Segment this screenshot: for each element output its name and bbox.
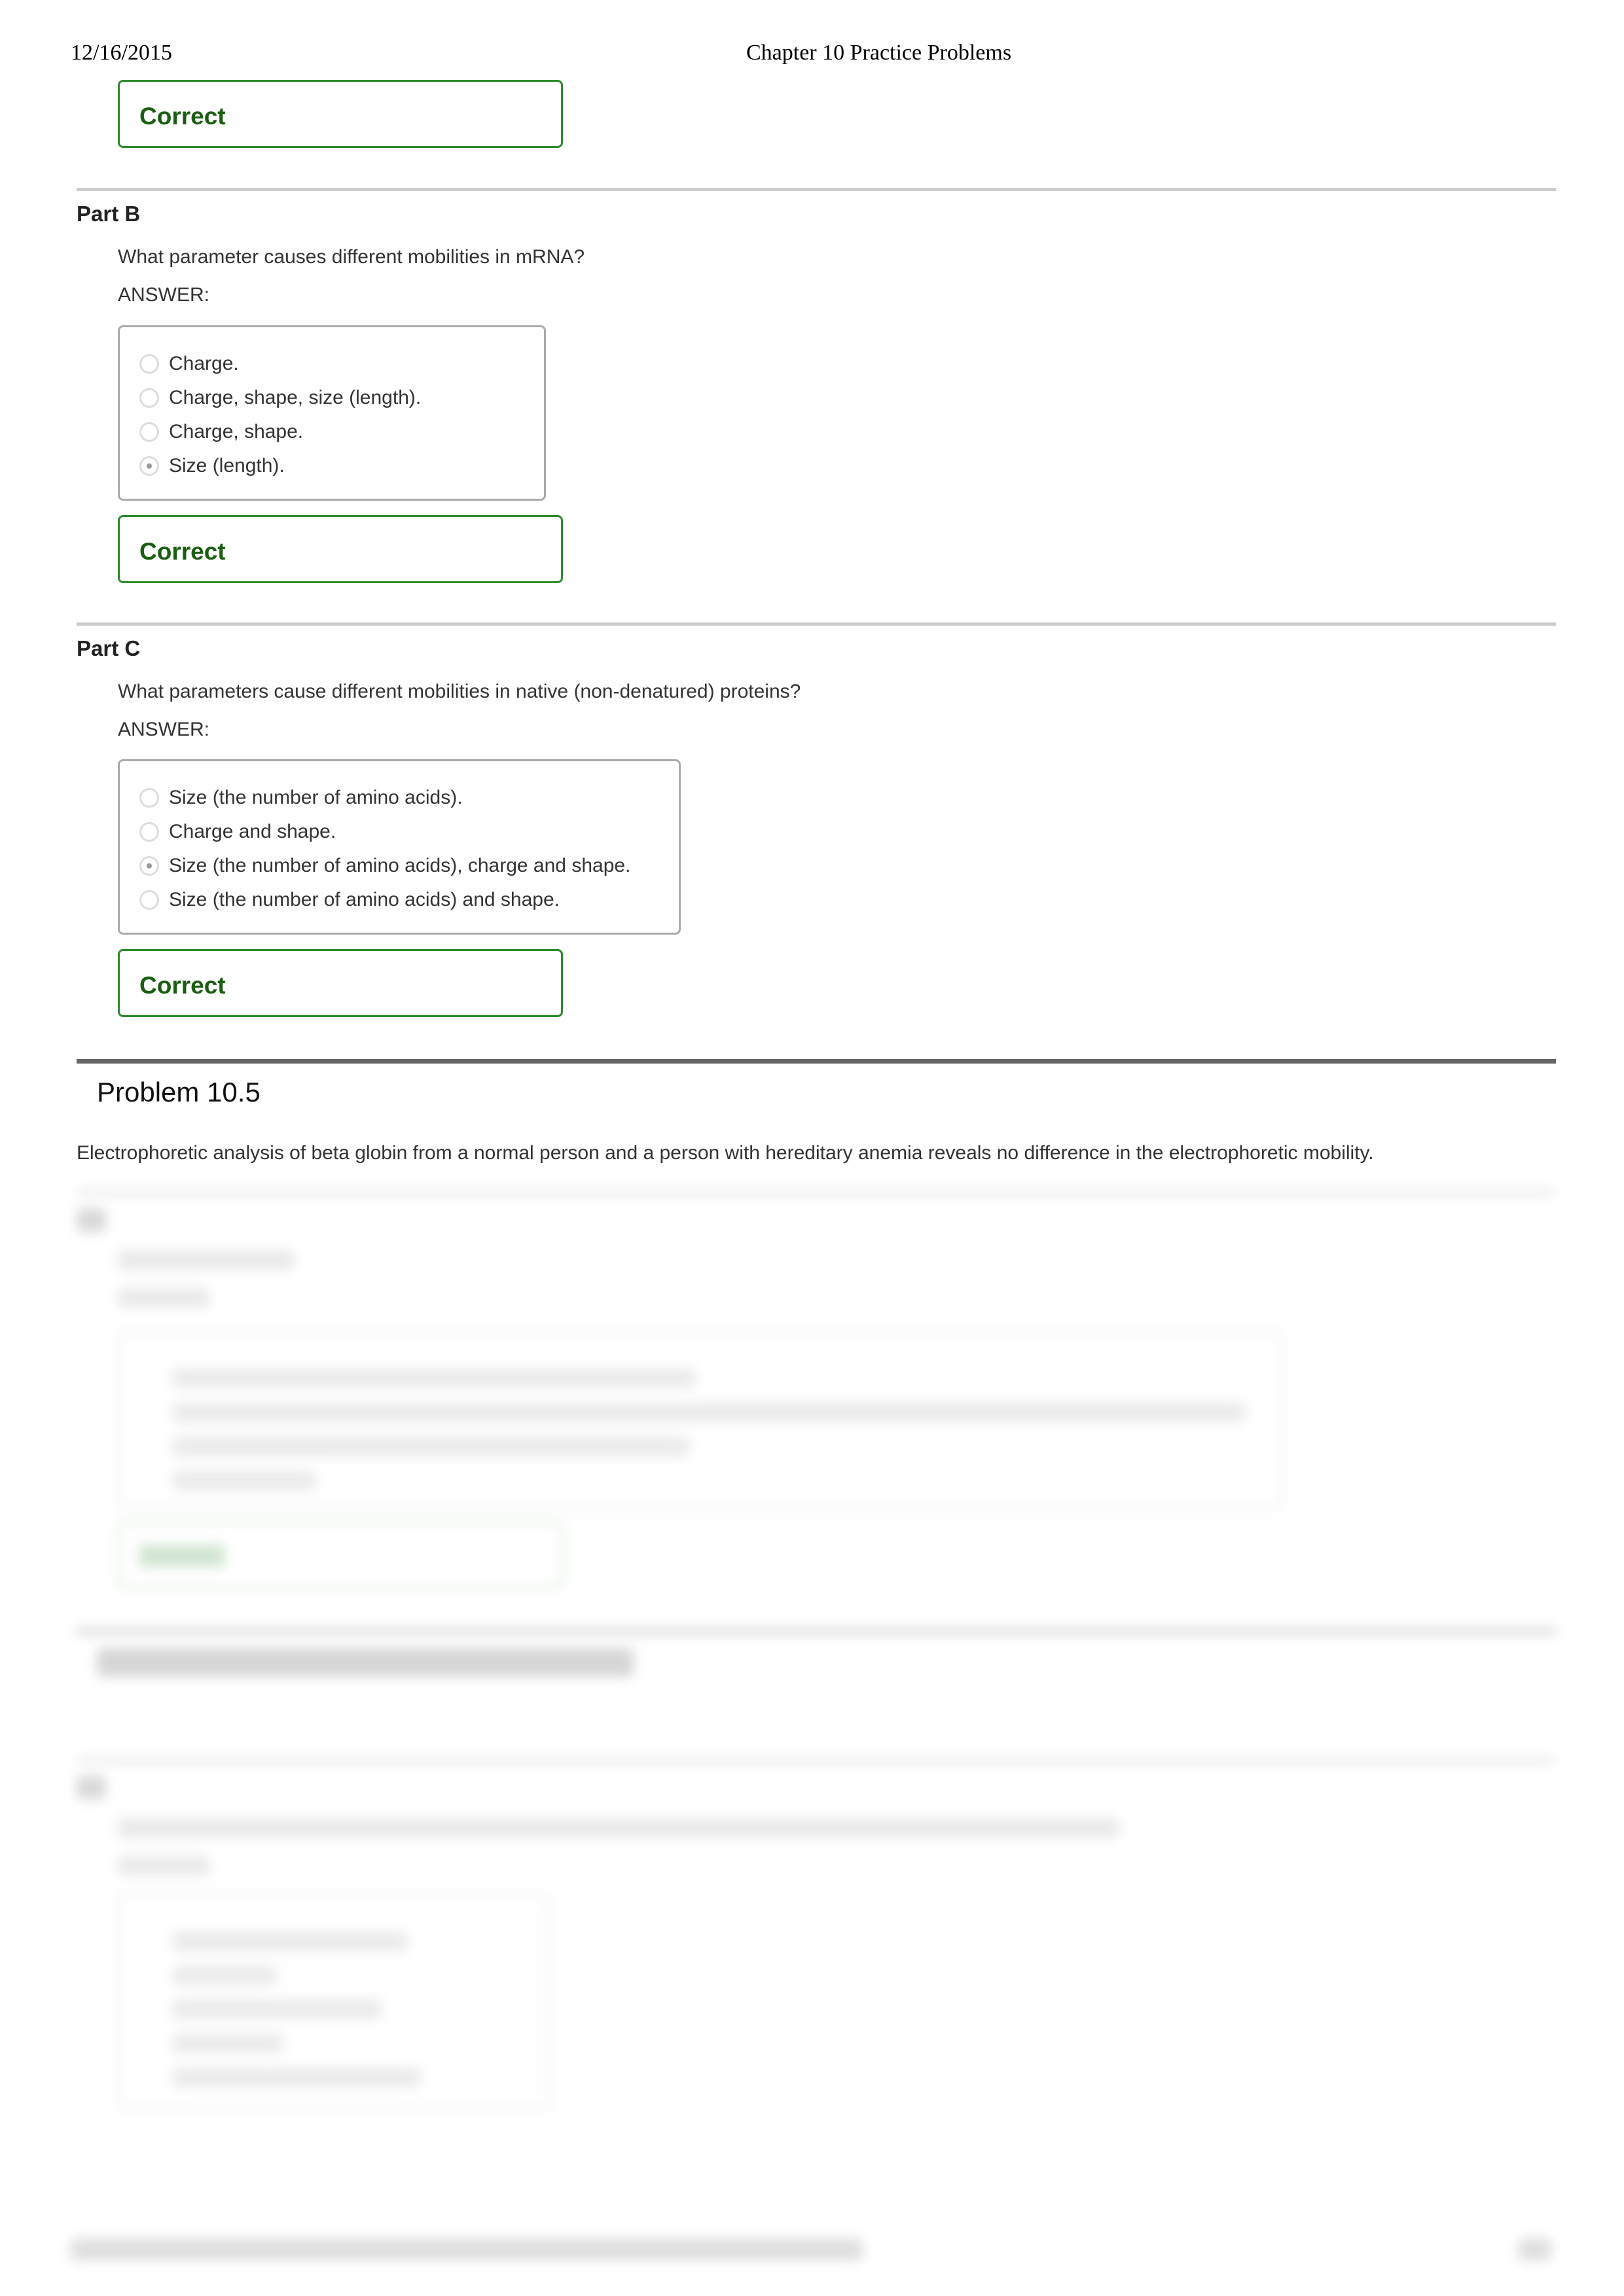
- blurred-choice: [172, 1931, 408, 1951]
- blurred-answer-label: [118, 1856, 209, 1876]
- choice-label: Charge, shape, size (length).: [169, 387, 422, 408]
- part-c-question: What parameters cause different mobiliti…: [118, 681, 801, 702]
- part-c-choices: Size (the number of amino acids). Charge…: [118, 759, 681, 935]
- blurred-choice: [172, 1471, 316, 1490]
- radio-button-selected-icon[interactable]: [139, 856, 159, 876]
- choice-option[interactable]: Charge, shape.: [139, 415, 544, 449]
- choice-label: Size (the number of amino acids) and sha…: [169, 889, 560, 910]
- problem-intro: Electrophoretic analysis of beta globin …: [77, 1142, 1374, 1164]
- part-b-feedback: Correct: [118, 515, 563, 583]
- print-date: 12/16/2015: [71, 41, 172, 65]
- choice-option-selected[interactable]: Size (length).: [139, 449, 544, 483]
- radio-button-icon[interactable]: [139, 388, 159, 408]
- blurred-choices-box: [118, 1331, 1283, 1507]
- blurred-part-title: [77, 1776, 106, 1799]
- radio-button-icon[interactable]: [139, 422, 159, 442]
- part-c-feedback: Correct: [118, 949, 563, 1017]
- blurred-divider: [77, 1759, 1556, 1763]
- print-header: 12/16/2015 Chapter 10 Practice Problems: [0, 41, 1624, 73]
- radio-button-selected-icon[interactable]: [139, 456, 159, 476]
- choice-option[interactable]: Size (the number of amino acids).: [139, 781, 679, 815]
- part-divider: [77, 188, 1556, 191]
- part-b-title: Part B: [77, 202, 141, 226]
- feedback-label: Correct: [139, 103, 226, 130]
- radio-button-icon[interactable]: [139, 788, 159, 808]
- choice-option[interactable]: Charge, shape, size (length).: [139, 381, 544, 415]
- blurred-choice: [172, 2000, 382, 2019]
- blurred-choice: [172, 2068, 421, 2087]
- part-c-title: Part C: [77, 636, 141, 660]
- blurred-answer-label: [118, 1288, 209, 1308]
- choice-option-selected[interactable]: Size (the number of amino acids), charge…: [139, 849, 679, 883]
- blurred-choice: [172, 1403, 1246, 1422]
- choice-option[interactable]: Size (the number of amino acids) and sha…: [139, 883, 679, 917]
- choice-option[interactable]: Charge.: [139, 347, 544, 381]
- blurred-problem-title: [97, 1648, 634, 1677]
- blurred-feedback: [118, 1520, 563, 1588]
- blurred-part-title: [77, 1208, 106, 1232]
- choice-label: Size (the number of amino acids), charge…: [169, 855, 631, 876]
- part-b-answer-label: ANSWER:: [118, 284, 210, 306]
- choice-label: Charge, shape.: [169, 421, 304, 442]
- radio-button-icon[interactable]: [139, 822, 159, 842]
- blurred-content-overlay: [0, 1164, 1624, 2296]
- blurred-problem-divider: [77, 1628, 1556, 1634]
- blurred-choice: [172, 1437, 689, 1456]
- part-c-answer-label: ANSWER:: [118, 719, 210, 740]
- problem-divider: [77, 1059, 1556, 1064]
- choice-label: Charge and shape.: [169, 821, 336, 842]
- part-b-question: What parameter causes different mobiliti…: [118, 246, 585, 268]
- feedback-label: Correct: [139, 972, 226, 999]
- part-b-choices: Charge. Charge, shape, size (length). Ch…: [118, 325, 546, 501]
- radio-button-icon[interactable]: [139, 890, 159, 910]
- blurred-choice: [172, 1369, 696, 1388]
- problem-title: Problem 10.5: [97, 1077, 261, 1107]
- feedback-label: Correct: [139, 538, 226, 565]
- part-a-feedback: Correct: [118, 80, 563, 148]
- blurred-choice: [172, 2034, 283, 2053]
- blurred-footer-url: [71, 2238, 863, 2261]
- choice-label: Size (length).: [169, 455, 285, 476]
- blurred-choices-box: [118, 1893, 550, 2109]
- choice-label: Size (the number of amino acids).: [169, 787, 463, 808]
- print-title: Chapter 10 Practice Problems: [746, 41, 1012, 65]
- choice-option[interactable]: Charge and shape.: [139, 815, 679, 849]
- blurred-question: [118, 1250, 295, 1270]
- blurred-question: [118, 1818, 1119, 1838]
- blurred-choice: [172, 1965, 277, 1985]
- choice-label: Charge.: [169, 353, 239, 374]
- blurred-footer-page: [1519, 2238, 1551, 2261]
- blurred-divider: [77, 1191, 1556, 1194]
- part-divider: [77, 622, 1556, 626]
- radio-button-icon[interactable]: [139, 354, 159, 374]
